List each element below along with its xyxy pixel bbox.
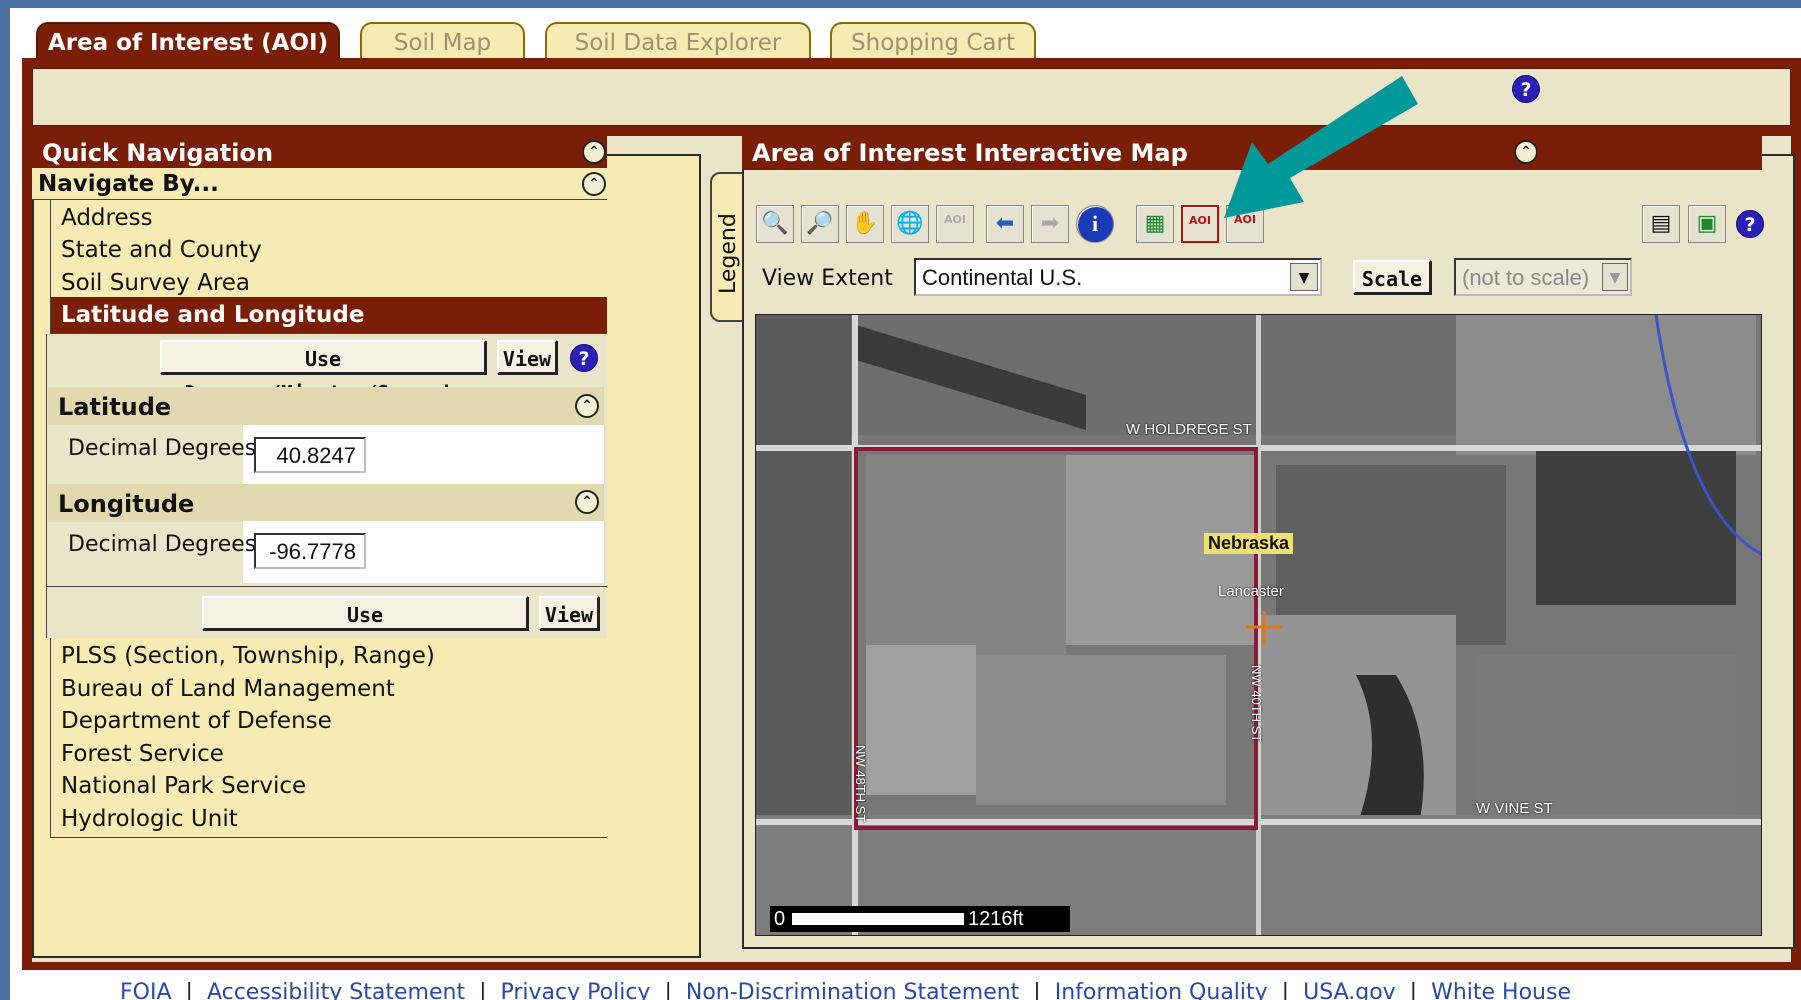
nav-item-state-and-county[interactable]: State and County: [50, 232, 607, 269]
nav-item-national-park-service[interactable]: National Park Service: [50, 768, 607, 805]
aoi-rectangle-icon[interactable]: AOI: [1181, 205, 1219, 243]
view-button-top[interactable]: View: [497, 340, 557, 374]
legend-tab-label: Legend: [716, 213, 741, 294]
legend-tab[interactable]: Legend: [710, 172, 746, 322]
info-icon[interactable]: i: [1076, 205, 1114, 243]
latitude-input[interactable]: 40.8247: [254, 437, 366, 473]
footer-link-privacy[interactable]: Privacy Policy: [501, 980, 651, 1000]
view-extent-select[interactable]: Continental U.S.: [914, 258, 1322, 296]
longitude-header: Longitude: [48, 484, 604, 522]
annotation-arrow-icon: [1224, 76, 1418, 218]
state-label: Nebraska: [1204, 533, 1294, 554]
use-dms-button-bottom[interactable]: Use Degrees/Minutes/Seconds: [202, 596, 528, 661]
footer-link-information-quality[interactable]: Information Quality: [1055, 980, 1268, 1000]
footer-link-non-discrimination[interactable]: Non-Discrimination Statement: [686, 980, 1019, 1000]
zoom-in-icon[interactable]: 🔍: [756, 205, 794, 243]
scale-chevron-down-icon[interactable]: ▼: [1602, 263, 1628, 291]
navigate-by-header: Navigate By...: [32, 168, 607, 200]
quick-navigation-title: Quick Navigation: [32, 134, 607, 170]
footer-link-usa-gov[interactable]: USA.gov: [1303, 980, 1396, 1000]
nav-item-plss[interactable]: PLSS (Section, Township, Range): [50, 638, 607, 675]
scale-distance: 1216ft: [968, 908, 1024, 930]
aerial-map-image: [756, 315, 1761, 935]
tab-soil-map[interactable]: Soil Map: [360, 22, 525, 62]
forward-arrow-icon[interactable]: ➡: [1031, 205, 1069, 243]
overview-map-icon[interactable]: ▣: [1688, 205, 1726, 243]
footer-links: FOIA | Accessibility Statement | Privacy Pol…: [120, 978, 1720, 1000]
collapse-quick-navigation-icon[interactable]: ⌃: [582, 140, 606, 164]
street-label-vine: W VINE ST: [1476, 800, 1553, 817]
view-extent-label: View Extent: [762, 266, 893, 291]
county-label: Lancaster: [1218, 583, 1284, 600]
latitude-header: Latitude: [48, 387, 604, 425]
scale-button[interactable]: Scale: [1353, 260, 1431, 294]
street-label-nw48: NW 48TH ST: [853, 745, 868, 823]
longitude-input[interactable]: -96.7778: [254, 533, 366, 569]
scale-bar-fill: [792, 913, 964, 925]
nav-item-hydrologic-unit[interactable]: Hydrologic Unit: [50, 801, 607, 838]
scale-bar: 0 1216ft: [770, 906, 1070, 932]
latitude-decimal-label: Decimal Degrees: [68, 436, 257, 461]
collapse-latitude-icon[interactable]: ⌃: [575, 394, 599, 418]
back-arrow-icon[interactable]: ⬅: [986, 205, 1024, 243]
full-extent-globe-icon[interactable]: 🌐: [891, 205, 929, 243]
pan-hand-icon[interactable]: ✋: [846, 205, 884, 243]
map-help-icon[interactable]: ?: [1736, 210, 1764, 238]
collapse-navigate-by-icon[interactable]: ⌃: [582, 172, 606, 196]
street-label-holdrege: W HOLDREGE ST: [1126, 421, 1252, 438]
zoom-out-icon[interactable]: 🔎: [801, 205, 839, 243]
layers-icon[interactable]: ▦: [1136, 205, 1174, 243]
table-icon[interactable]: ▤: [1642, 205, 1680, 243]
tab-shopping-cart[interactable]: Shopping Cart: [830, 22, 1036, 62]
use-dms-button-top[interactable]: Use Degrees/Minutes/Seconds: [160, 340, 486, 405]
nav-item-dod[interactable]: Department of Defense: [50, 703, 607, 740]
tab-area-of-interest[interactable]: Area of Interest (AOI): [36, 22, 340, 62]
aoi-map[interactable]: W HOLDREGE ST Nebraska Lancaster NW 40TH…: [755, 314, 1762, 936]
collapse-longitude-icon[interactable]: ⌃: [575, 490, 599, 514]
scale-zero: 0: [774, 908, 786, 930]
street-label-nw40: NW 40TH ST: [1249, 665, 1264, 743]
lat-long-help-icon[interactable]: ?: [570, 344, 598, 372]
nav-item-latitude-longitude[interactable]: Latitude and Longitude: [50, 297, 607, 334]
footer-link-foia[interactable]: FOIA: [120, 980, 172, 1000]
longitude-decimal-label: Decimal Degrees: [68, 532, 257, 557]
footer-link-white-house[interactable]: White House: [1431, 980, 1571, 1000]
view-button-bottom[interactable]: View: [539, 596, 599, 630]
aoi-disabled-icon[interactable]: AOI: [936, 205, 974, 243]
collapse-map-panel-icon[interactable]: ⌃: [1514, 140, 1538, 164]
view-extent-chevron-down-icon[interactable]: ▼: [1290, 263, 1318, 291]
help-icon[interactable]: ?: [1512, 75, 1540, 103]
tab-soil-data-explorer[interactable]: Soil Data Explorer: [545, 22, 811, 62]
footer-link-accessibility[interactable]: Accessibility Statement: [207, 980, 465, 1000]
